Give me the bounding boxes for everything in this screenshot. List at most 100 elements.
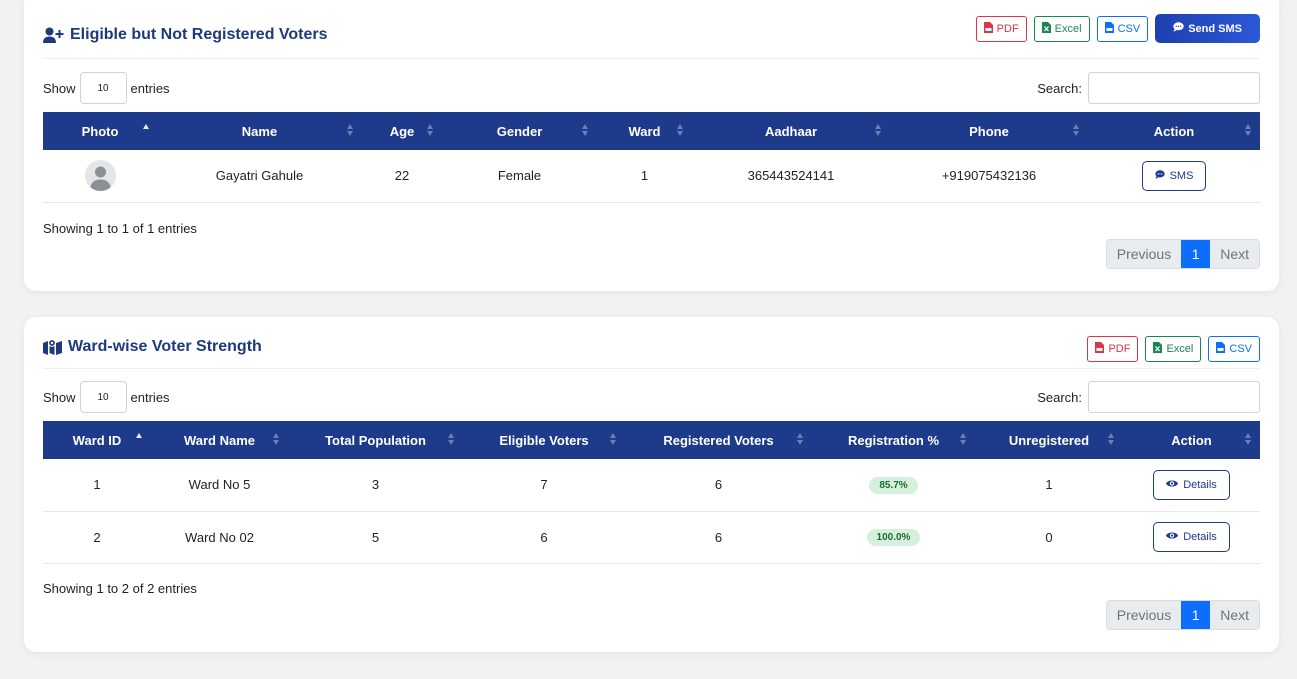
sms-button-label: SMS [1169, 169, 1194, 182]
sort-icon [1245, 433, 1251, 445]
gender-cell: Female [442, 150, 597, 203]
eligible-voters-cell: 6 [463, 511, 625, 564]
excel-button-label: Excel [1054, 22, 1082, 35]
sort-icon [610, 433, 616, 445]
entries-label: entries [130, 80, 170, 96]
sort-icon [582, 124, 588, 136]
file-csv-icon [1216, 342, 1226, 356]
total-population-cell: 5 [288, 511, 463, 564]
col-age[interactable]: Age [362, 112, 442, 150]
sort-icon [1245, 124, 1251, 136]
sort-asc-icon [143, 124, 149, 136]
table-header-row: Photo Name Age Gender Ward Aadhaar Phone… [43, 112, 1260, 150]
pdf-button-label: PDF [1108, 343, 1131, 355]
registration-badge: 85.7% [869, 476, 918, 494]
eligible-not-registered-card: Eligible but Not Registered Voters PDF E… [24, 0, 1279, 291]
show-label: Show [43, 80, 76, 96]
action-cell: Details [1123, 511, 1260, 564]
col-aadhaar[interactable]: Aadhaar [692, 112, 890, 150]
action-cell: SMS [1088, 150, 1260, 203]
registration-pct-cell: 85.7% [812, 459, 975, 512]
photo-cell [43, 150, 157, 203]
excel-button[interactable]: Excel [1145, 336, 1202, 362]
col-unregistered[interactable]: Unregistered [975, 421, 1123, 459]
col-ward-id[interactable]: Ward ID [43, 421, 151, 459]
file-excel-icon [1153, 342, 1163, 356]
card-title: Eligible but Not Registered Voters [43, 26, 328, 44]
ward-name-cell: Ward No 02 [151, 511, 288, 564]
col-photo[interactable]: Photo [43, 112, 157, 150]
unregistered-cell: 0 [975, 511, 1123, 564]
user-plus-icon [43, 27, 64, 44]
entries-select[interactable]: 10 [79, 381, 127, 413]
entries-label: entries [130, 389, 170, 405]
card-title-text: Eligible but Not Registered Voters [70, 26, 328, 43]
col-action[interactable]: Action [1088, 112, 1260, 150]
col-ward-name[interactable]: Ward Name [151, 421, 288, 459]
search-input[interactable] [1088, 72, 1260, 104]
col-total-population[interactable]: Total Population [288, 421, 463, 459]
table-info: Showing 1 to 1 of 1 entries [43, 221, 197, 236]
ward-id-cell: 1 [43, 459, 151, 512]
col-eligible-voters[interactable]: Eligible Voters [463, 421, 625, 459]
sort-icon [960, 433, 966, 445]
search-box: Search: [1037, 72, 1260, 104]
comment-icon [1173, 22, 1184, 35]
search-label: Search: [1037, 80, 1082, 96]
pagination: Previous 1 Next [1105, 600, 1260, 630]
next-button[interactable]: Next [1210, 601, 1259, 629]
sort-icon [677, 124, 683, 136]
ward-name-cell: Ward No 5 [151, 459, 288, 512]
col-name[interactable]: Name [157, 112, 362, 150]
previous-button[interactable]: Previous [1106, 240, 1182, 268]
file-csv-icon [1104, 21, 1114, 36]
file-pdf-icon [1095, 342, 1105, 356]
send-sms-button[interactable]: Send SMS [1155, 14, 1260, 43]
table-controls: Show 10 entries Search: [43, 72, 1260, 104]
details-button[interactable]: Details [1153, 469, 1230, 500]
previous-button[interactable]: Previous [1106, 601, 1182, 629]
pdf-button[interactable]: PDF [975, 15, 1027, 42]
file-pdf-icon [983, 21, 993, 36]
name-cell: Gayatri Gahule [157, 150, 362, 203]
next-button[interactable]: Next [1210, 240, 1259, 268]
col-ward[interactable]: Ward [597, 112, 692, 150]
col-registration-pct[interactable]: Registration % [812, 421, 975, 459]
sort-icon [273, 433, 279, 445]
card-title: Ward-wise Voter Strength [43, 338, 262, 356]
table-info: Showing 1 to 2 of 2 entries [43, 581, 197, 596]
sort-asc-icon [136, 433, 142, 445]
excel-button[interactable]: Excel [1033, 15, 1090, 42]
ward-strength-card: Ward-wise Voter Strength PDF Excel CSV S… [24, 317, 1279, 652]
registered-voters-cell: 6 [625, 459, 812, 512]
search-label: Search: [1037, 389, 1082, 405]
sort-icon [1108, 433, 1114, 445]
table-header-row: Ward ID Ward Name Total Population Eligi… [43, 421, 1260, 459]
csv-button[interactable]: CSV [1208, 336, 1260, 362]
details-button[interactable]: Details [1153, 522, 1230, 552]
page-1-button[interactable]: 1 [1181, 240, 1211, 268]
age-cell: 22 [362, 150, 442, 203]
col-gender[interactable]: Gender [442, 112, 597, 150]
search-input[interactable] [1088, 381, 1260, 413]
page-1-button[interactable]: 1 [1181, 601, 1211, 629]
col-action[interactable]: Action [1123, 421, 1260, 459]
card-header: Ward-wise Voter Strength PDF Excel CSV [43, 329, 1260, 369]
sms-button[interactable]: SMS [1141, 160, 1207, 191]
table-row: Gayatri Gahule 22 Female 1 365443524141 … [43, 150, 1260, 203]
eligible-voters-table: Photo Name Age Gender Ward Aadhaar Phone… [43, 112, 1260, 203]
csv-button-label: CSV [1117, 22, 1141, 35]
details-button-label: Details [1183, 531, 1217, 543]
registered-voters-cell: 6 [625, 511, 812, 564]
show-label: Show [43, 389, 76, 405]
show-entries: Show 10 entries [43, 381, 170, 413]
excel-button-label: Excel [1166, 343, 1194, 355]
registration-badge: 100.0% [866, 529, 921, 546]
col-registered-voters[interactable]: Registered Voters [625, 421, 812, 459]
send-sms-label: Send SMS [1188, 22, 1242, 35]
csv-button[interactable]: CSV [1096, 15, 1149, 42]
card-header: Eligible but Not Registered Voters PDF E… [43, 14, 1260, 59]
pdf-button[interactable]: PDF [1087, 336, 1139, 362]
entries-select[interactable]: 10 [79, 72, 127, 104]
col-phone[interactable]: Phone [890, 112, 1088, 150]
